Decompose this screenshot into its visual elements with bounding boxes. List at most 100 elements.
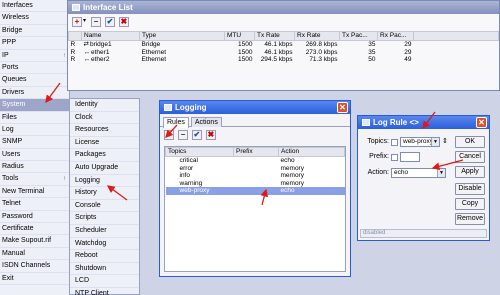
- close-icon[interactable]: ✕: [476, 117, 487, 128]
- window-icon: [362, 119, 370, 126]
- column-header[interactable]: Rx Rate: [294, 31, 340, 41]
- menu-item-tools[interactable]: Tools ↑: [0, 173, 69, 186]
- table-row[interactable]: critical echo: [166, 157, 345, 165]
- submenu-item-console[interactable]: Console: [70, 200, 139, 213]
- submenu-item-shutdown[interactable]: Shutdown: [70, 263, 139, 276]
- submenu-item-ntp-client[interactable]: NTP Client: [70, 288, 139, 295]
- menu-item-telnet[interactable]: Telnet: [0, 198, 69, 211]
- menu-item-ip[interactable]: IP ↑: [0, 50, 69, 62]
- table-row[interactable]: warning memory: [166, 180, 345, 188]
- submenu-item-identity[interactable]: Identity: [70, 99, 139, 112]
- menu-item-label: System: [2, 101, 26, 109]
- cell-flag: R: [70, 41, 76, 48]
- column-header[interactable]: Name: [81, 31, 140, 41]
- menu-item-snmp[interactable]: SNMP: [0, 136, 69, 149]
- cell-empty: [414, 49, 499, 57]
- remove-button[interactable]: Remove: [455, 213, 485, 225]
- submenu-item-license[interactable]: License: [70, 137, 139, 150]
- menu-item-queues[interactable]: Queues: [0, 74, 69, 87]
- submenu-item-scripts[interactable]: Scripts: [70, 212, 139, 225]
- action-select[interactable]: echo ▼: [391, 168, 446, 178]
- add-button[interactable]: +: [72, 17, 82, 27]
- menu-item-users[interactable]: Users: [0, 149, 69, 162]
- column-header[interactable]: Tx Pac...: [339, 31, 378, 41]
- menu-item-system[interactable]: System: [0, 99, 69, 112]
- menu-item-certificate[interactable]: Certificate: [0, 223, 69, 236]
- menu-item-label: Users: [2, 150, 21, 158]
- table-row[interactable]: info memory: [166, 172, 345, 180]
- close-icon[interactable]: ✕: [337, 102, 348, 113]
- column-header[interactable]: [68, 31, 82, 41]
- chevron-down-icon[interactable]: ▼: [431, 138, 439, 146]
- menu-item-ppp[interactable]: PPP: [0, 37, 69, 50]
- submenu-item-logging[interactable]: Logging: [70, 175, 139, 188]
- table-row[interactable]: error memory: [166, 165, 345, 173]
- submenu-item-clock[interactable]: Clock: [70, 112, 139, 125]
- cell-prefix: [234, 157, 279, 165]
- chevron-down-icon[interactable]: ▾: [83, 17, 86, 24]
- table-row[interactable]: web-proxy echo: [165, 187, 345, 195]
- column-header[interactable]: Topics: [165, 147, 234, 157]
- topics-negate-checkbox[interactable]: [391, 139, 398, 146]
- column-header[interactable]: Rx Pac...: [377, 31, 414, 41]
- menu-item-drivers[interactable]: Drivers: [0, 87, 69, 100]
- menu-item-ports[interactable]: Ports: [0, 62, 69, 75]
- submenu-item-reboot[interactable]: Reboot: [70, 250, 139, 263]
- chevron-down-icon[interactable]: ▼: [437, 169, 445, 177]
- submenu-item-history[interactable]: History: [70, 187, 139, 200]
- menu-item-exit[interactable]: Exit: [0, 273, 69, 285]
- tab-rules[interactable]: Rules: [163, 117, 189, 128]
- log-rule-titlebar[interactable]: Log Rule <> ✕: [358, 116, 489, 129]
- copy-button[interactable]: Copy: [455, 198, 485, 210]
- menu-item-label: Log: [2, 125, 14, 133]
- menu-item-password[interactable]: Password: [0, 211, 69, 224]
- enable-button[interactable]: ✔: [104, 17, 115, 27]
- menu-item-wireless[interactable]: Wireless: [0, 12, 69, 25]
- interface-icon: ↔: [83, 48, 91, 56]
- submenu-item-scheduler[interactable]: Scheduler: [70, 225, 139, 238]
- menu-item-bridge[interactable]: Bridge: [0, 25, 69, 38]
- menu-item-log[interactable]: Log: [0, 124, 69, 137]
- column-header[interactable]: Type: [139, 31, 225, 41]
- submenu-item-watchdog[interactable]: Watchdog: [70, 238, 139, 251]
- collapse-icon[interactable]: ⇕: [442, 137, 448, 145]
- menu-item-isdn-channels[interactable]: ISDN Channels: [0, 260, 69, 273]
- menu-item-radius[interactable]: Radius: [0, 161, 69, 174]
- cell-name: ⇄bridge1: [82, 41, 140, 49]
- submenu-item-resources[interactable]: Resources: [70, 124, 139, 137]
- column-header[interactable]: MTU: [224, 31, 255, 41]
- tab-actions[interactable]: Actions: [190, 117, 222, 127]
- menu-item-make-supout-rif[interactable]: Make Supout.rif: [0, 235, 69, 248]
- topics-select[interactable]: web-proxy ▼: [400, 137, 440, 147]
- interface-table: Name Type MTU Tx Rate Rx Rate Tx Pac... Rx Pac…: [68, 31, 499, 64]
- column-header[interactable]: Prefix: [233, 147, 279, 157]
- table-row[interactable]: R ↔ether2 Ethernet 1500 294.5 kbps 71.3 kbps 5…: [69, 56, 499, 64]
- submenu-item-packages[interactable]: Packages: [70, 149, 139, 162]
- cancel-button[interactable]: Cancel: [455, 151, 485, 163]
- menu-item-files[interactable]: Files: [0, 112, 69, 124]
- cell-action: memory: [280, 179, 304, 187]
- enable-rule-button[interactable]: ✔: [191, 130, 202, 140]
- ok-button[interactable]: OK: [455, 136, 485, 148]
- submenu-item-lcd[interactable]: LCD: [70, 275, 139, 288]
- disable-button[interactable]: ✖: [118, 17, 129, 27]
- remove-button[interactable]: −: [90, 17, 101, 27]
- menu-item-new-terminal[interactable]: New Terminal: [0, 186, 69, 199]
- submenu-item-auto-upgrade[interactable]: Auto Upgrade: [70, 162, 139, 175]
- column-header[interactable]: Action: [278, 147, 345, 157]
- interface-list-titlebar[interactable]: Interface List: [68, 1, 499, 14]
- table-row[interactable]: R ↔ether1 Ethernet 1500 46.1 kbps 273.0 kbps 3…: [69, 49, 499, 57]
- apply-button[interactable]: Apply: [455, 166, 485, 178]
- column-header[interactable]: Tx Rate: [254, 31, 295, 41]
- disable-rule-button[interactable]: ✖: [205, 130, 216, 140]
- logging-titlebar[interactable]: Logging ✕: [160, 101, 350, 114]
- remove-rule-button[interactable]: −: [177, 130, 188, 140]
- disable-button[interactable]: Disable: [455, 183, 485, 195]
- menu-item-manual[interactable]: Manual: [0, 248, 69, 261]
- add-rule-button[interactable]: +: [164, 130, 174, 140]
- prefix-negate-checkbox[interactable]: [391, 154, 398, 161]
- table-row[interactable]: R ⇄bridge1 Bridge 1500 46.1 kbps 269.8 kbps 35…: [69, 41, 499, 49]
- menu-item-interfaces[interactable]: Interfaces: [0, 0, 69, 13]
- window-title: Log Rule <>: [373, 118, 419, 127]
- prefix-input[interactable]: [400, 152, 420, 162]
